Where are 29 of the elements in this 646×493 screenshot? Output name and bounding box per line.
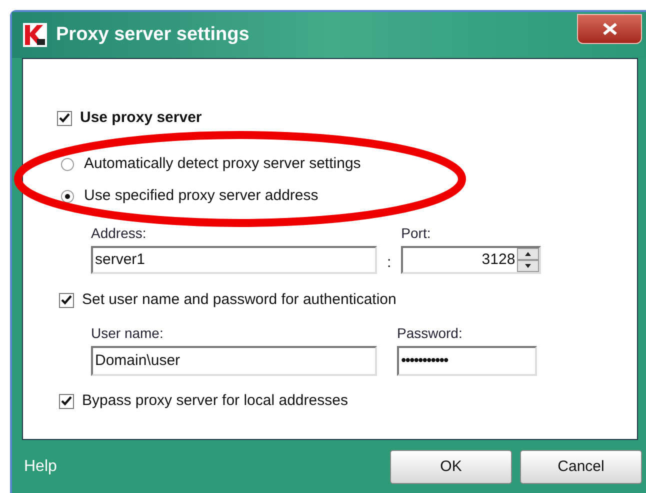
checkbox-label[interactable]: Use proxy server [80, 106, 202, 130]
separator-colon: : [387, 253, 392, 273]
app-logo-icon [22, 22, 48, 48]
field-label: Port: [401, 224, 432, 243]
password-field[interactable]: ••••••••••• [397, 346, 537, 376]
field-label: User name: [91, 324, 164, 343]
user-name-field[interactable]: Domain\user [91, 346, 377, 376]
checkbox-label[interactable]: Set user name and password for authentication [82, 288, 396, 312]
address-field[interactable]: server1 [91, 246, 377, 274]
window-title: Proxy server settings [56, 22, 250, 47]
up-arrow-icon [525, 252, 532, 256]
radio-button[interactable] [61, 158, 74, 170]
radio-label[interactable]: Automatically detect proxy server settings [84, 152, 361, 176]
dialog-button[interactable]: Cancel [520, 450, 642, 484]
radio-button[interactable] [61, 190, 74, 202]
field-label: Address: [91, 224, 148, 243]
field-label: Password: [397, 324, 464, 343]
radio-label[interactable]: Use specified proxy server address [84, 184, 318, 208]
checkbox-label[interactable]: Bypass proxy server for local addresses [82, 390, 348, 412]
port-spinner[interactable]: 3128 [401, 246, 542, 274]
checkbox[interactable] [57, 110, 72, 126]
checkbox[interactable] [59, 292, 74, 308]
close-icon [602, 23, 618, 35]
dialog-button[interactable]: OK [390, 450, 512, 484]
spin-up-button[interactable] [517, 248, 540, 260]
close-button[interactable] [577, 14, 642, 44]
down-arrow-icon [525, 264, 532, 268]
checkbox[interactable] [59, 394, 74, 408]
spin-down-button[interactable] [517, 260, 540, 272]
